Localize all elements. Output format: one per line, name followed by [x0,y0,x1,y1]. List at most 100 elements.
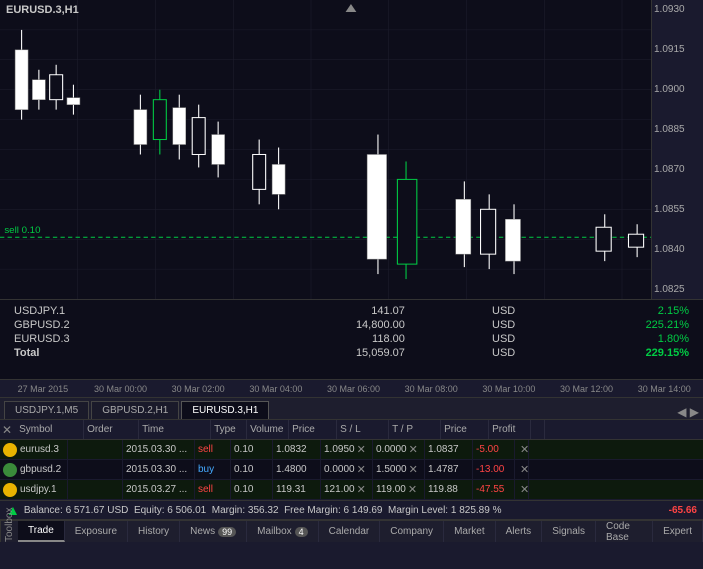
tab-trade[interactable]: Trade [18,521,65,542]
time-label-8: 30 Mar 12:00 [548,384,626,394]
trade-cell-price2-2: 1.4787 [425,460,473,479]
trade-cell-price-1: 1.0832 [273,440,321,459]
col-header-profit[interactable]: Profit [489,420,531,439]
trade-cell-action-2[interactable]: ✕ [515,460,529,479]
trade-cell-price2-3: 119.88 [425,480,473,499]
trade-cell-time-3: 2015.03.27 ... [123,480,195,499]
summary-currency-3: USD [411,332,521,346]
summary-symbol-1: USDJPY.1 [8,304,220,318]
chart-container: EURUSD.3,H1 sell 0.10 [0,0,703,300]
col-header-price2[interactable]: Price [441,420,489,439]
trade-cell-sl-2: 0.0000 ✕ [321,460,373,479]
trade-cell-time-2: 2015.03.30 ... [123,460,195,479]
tab-codebase[interactable]: Code Base [596,521,653,542]
row-close-3[interactable]: ✕ [518,483,529,496]
trade-cell-type-2: buy [195,460,231,479]
trade-icon-1 [3,443,17,457]
col-header-price[interactable]: Price [289,420,337,439]
trade-cell-action-3[interactable]: ✕ [515,480,529,499]
time-label-3: 30 Mar 02:00 [159,384,237,394]
price-axis: 1.0930 1.0915 1.0900 1.0885 1.0870 1.085… [651,0,703,299]
tp-close-2[interactable]: ✕ [407,463,420,476]
tab-history[interactable]: History [128,521,180,542]
tab-calendar[interactable]: Calendar [319,521,381,542]
margin-value: 356.32 [248,505,279,516]
trade-cell-price-2: 1.4800 [273,460,321,479]
tab-signals[interactable]: Signals [542,521,596,542]
col-header-sl[interactable]: S / L [337,420,389,439]
tp-close-3[interactable]: ✕ [406,483,419,496]
bottom-tabs: Toolbox Trade Exposure History News99 Ma… [0,520,703,542]
summary-total-amount: 15,059.07 [220,346,411,360]
sl-close-2[interactable]: ✕ [355,463,368,476]
chart-svg: sell 0.10 [0,0,703,299]
summary-amount-1: 141.07 [220,304,411,318]
tab-exposure[interactable]: Exposure [65,521,128,542]
trade-cell-type-1: sell [195,440,231,459]
row-close-2[interactable]: ✕ [518,463,529,476]
col-header-tp[interactable]: T / P [389,420,441,439]
trade-cell-action-1[interactable]: ✕ [515,440,529,459]
tab-market[interactable]: Market [444,521,496,542]
tab-alerts[interactable]: Alerts [496,521,543,542]
col-header-order[interactable]: Order [84,420,139,439]
trade-cell-volume-2: 0.10 [231,460,273,479]
trade-row-2: gbpusd.2 2015.03.30 ... buy 0.10 1.4800 … [0,460,703,480]
trade-icon-3 [3,483,17,497]
mailbox-badge: 4 [295,527,308,537]
chart-scroll-arrows[interactable]: ◀ ▶ [677,405,699,419]
trade-cell-profit-2: -13.00 [473,460,515,479]
margin-level-value: 1 825.89 % [451,505,502,516]
trades-close-button[interactable]: ✕ [2,423,12,437]
trade-cell-time-1: 2015.03.30 ... [123,440,195,459]
summary-total-pct: 229.15% [521,346,695,360]
trade-cell-type-3: sell [195,480,231,499]
trade-cell-order-1 [68,440,123,459]
summary-row-usdjpy: USDJPY.1 141.07 USD 2.15% [8,304,695,318]
chart-tabs: USDJPY.1,M5 GBPUSD.2,H1 EURUSD.3,H1 ◀ ▶ [0,398,703,420]
chart-tab-eurusd[interactable]: EURUSD.3,H1 [181,401,269,419]
trade-cell-symbol-3: usdjpy.1 [0,480,68,499]
time-label-1: 27 Mar 2015 [4,384,82,394]
equity-label: Equity: [128,505,167,516]
summary-currency-1: USD [411,304,521,318]
free-margin-label: Free Margin: [279,505,344,516]
trades-body: eurusd.3 2015.03.30 ... sell 0.10 1.0832… [0,440,703,500]
trade-row-3: usdjpy.1 2015.03.27 ... sell 0.10 119.31… [0,480,703,500]
tab-news[interactable]: News99 [180,521,247,542]
trade-cell-price-3: 119.31 [273,480,321,499]
equity-value: 6 506.01 [167,505,206,516]
summary-symbol-3: EURUSD.3 [8,332,220,346]
trades-header: ✕ Symbol Order Time Type Volume Price S … [0,420,703,440]
tab-expert[interactable]: Expert [653,521,703,542]
summary-row-eurusd: EURUSD.3 118.00 USD 1.80% [8,332,695,346]
time-axis: 27 Mar 2015 30 Mar 00:00 30 Mar 02:00 30… [0,380,703,398]
trade-cell-profit-3: -47.55 [473,480,515,499]
summary-amount-2: 14,800.00 [220,318,411,332]
summary-currency-2: USD [411,318,521,332]
col-header-time[interactable]: Time [139,420,211,439]
sl-close-3[interactable]: ✕ [355,483,368,496]
margin-label: Margin: [206,505,248,516]
tab-company[interactable]: Company [380,521,444,542]
chart-tab-gbpusd[interactable]: GBPUSD.2,H1 [91,401,179,419]
trade-cell-volume-1: 0.10 [231,440,273,459]
col-header-volume[interactable]: Volume [247,420,289,439]
toolbox-label: Toolbox [0,521,18,542]
sl-close-1[interactable]: ✕ [355,443,368,456]
summary-amount-3: 118.00 [220,332,411,346]
trade-cell-sl-3: 121.00 ✕ [321,480,373,499]
trade-symbol-1: eurusd.3 [20,444,59,455]
tab-mailbox[interactable]: Mailbox4 [247,521,318,542]
trade-cell-sl-1: 1.0950 ✕ [321,440,373,459]
row-close-1[interactable]: ✕ [518,443,529,456]
summary-total-currency: USD [411,346,521,360]
col-header-symbol[interactable]: Symbol [16,420,84,439]
summary-profit-3: 1.80% [521,332,695,346]
tp-close-1[interactable]: ✕ [407,443,420,456]
trade-symbol-2: gbpusd.2 [20,464,61,475]
chart-tab-usdjpy[interactable]: USDJPY.1,M5 [4,401,89,419]
free-margin-value: 6 149.69 [344,505,383,516]
time-label-7: 30 Mar 10:00 [470,384,548,394]
col-header-type[interactable]: Type [211,420,247,439]
